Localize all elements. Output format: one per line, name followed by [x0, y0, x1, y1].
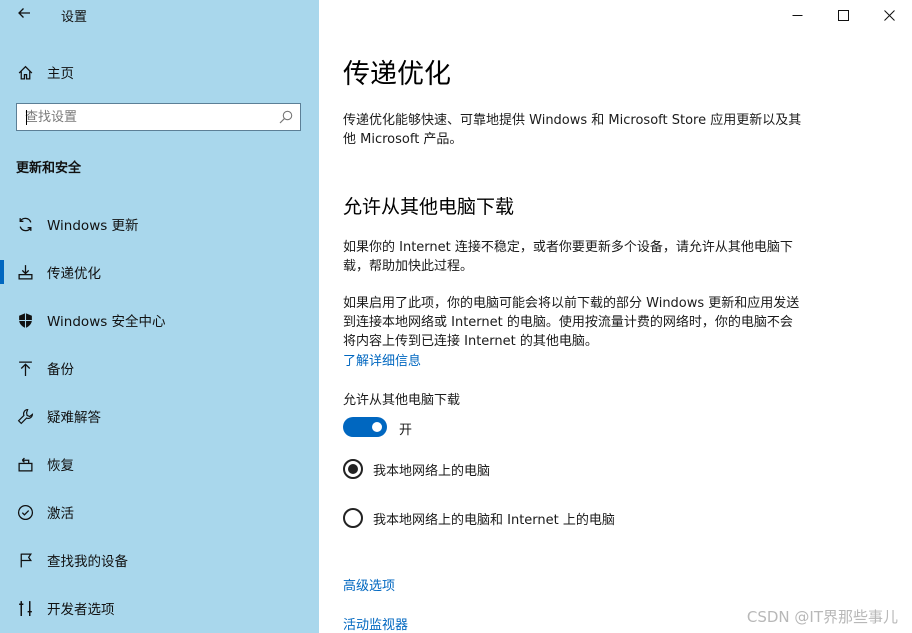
find-device-icon [16, 551, 34, 569]
learn-more-link[interactable]: 了解详细信息 [343, 350, 421, 369]
radio-button-checked[interactable] [343, 459, 363, 479]
minimize-icon [792, 14, 802, 16]
description-text-2: 如果启用了此项，你的电脑可能会将以前下载的部分 Windows 更新和应用发送到… [343, 296, 800, 349]
sidebar-item-developer-options[interactable]: 开发者选项 [0, 584, 319, 632]
home-label: 主页 [47, 66, 74, 82]
wrench-icon [16, 407, 34, 425]
delivery-optimization-icon [16, 263, 34, 281]
text-caret [26, 110, 27, 125]
sidebar-item-label: 查找我的设备 [47, 554, 128, 570]
page-title: 传递优化 [343, 59, 451, 90]
sidebar-item-delivery-optimization[interactable]: 传递优化 [0, 248, 319, 296]
minimize-button[interactable] [774, 0, 820, 30]
window-caption-buttons [774, 0, 912, 30]
back-button[interactable] [12, 4, 36, 26]
radio-local-and-internet[interactable]: 我本地网络上的电脑和 Internet 上的电脑 [343, 508, 615, 528]
home-icon [16, 63, 34, 81]
sidebar-item-find-my-device[interactable]: 查找我的设备 [0, 536, 319, 584]
maximize-button[interactable] [820, 0, 866, 30]
sidebar-item-label: 开发者选项 [47, 602, 115, 618]
watermark: CSDN @IT界那些事儿 [746, 608, 898, 626]
check-circle-icon [16, 503, 34, 521]
sidebar-item-label: 疑难解答 [47, 410, 101, 426]
radio-local-network[interactable]: 我本地网络上的电脑 [343, 459, 490, 479]
radio-label: 我本地网络上的电脑和 Internet 上的电脑 [373, 512, 615, 528]
home-nav-item[interactable]: 主页 [16, 60, 74, 84]
toggle-state-label: 开 [399, 423, 413, 438]
sidebar-item-backup[interactable]: 备份 [0, 344, 319, 392]
section-heading: 允许从其他电脑下载 [343, 196, 515, 218]
allow-downloads-toggle[interactable] [343, 417, 387, 437]
search-box[interactable] [16, 103, 301, 131]
radio-button-unchecked[interactable] [343, 508, 363, 528]
radio-label: 我本地网络上的电脑 [373, 463, 491, 479]
main-content: 传递优化 传递优化能够快速、可靠地提供 Windows 和 Microsoft … [319, 0, 912, 633]
sidebar-item-label: Windows 更新 [47, 218, 139, 234]
sidebar-item-activation[interactable]: 激活 [0, 488, 319, 536]
toggle-knob [372, 422, 382, 432]
backup-arrow-icon [16, 359, 34, 377]
sidebar-nav-list: Windows 更新 传递优化 Windows 安全中心 备份 疑难解答 恢复 … [0, 200, 319, 632]
developer-icon [16, 599, 34, 617]
sync-icon [16, 215, 34, 233]
close-icon [883, 9, 895, 21]
activity-monitor-link[interactable]: 活动监视器 [343, 614, 408, 633]
maximize-icon [837, 9, 849, 21]
section-title: 更新和安全 [16, 161, 82, 176]
sidebar-item-windows-update[interactable]: Windows 更新 [0, 200, 319, 248]
sidebar-item-windows-security[interactable]: Windows 安全中心 [0, 296, 319, 344]
sidebar-item-recovery[interactable]: 恢复 [0, 440, 319, 488]
description-text-1: 如果你的 Internet 连接不稳定，或者你要更新多个设备，请允许从其他电脑下… [343, 240, 793, 274]
recovery-icon [16, 455, 34, 473]
intro-text: 传递优化能够快速、可靠地提供 Windows 和 Microsoft Store… [343, 113, 802, 147]
search-input[interactable] [25, 104, 275, 130]
app-title: 设置 [61, 10, 88, 25]
back-arrow-icon [18, 8, 30, 18]
shield-icon [16, 311, 34, 329]
toggle-label: 允许从其他电脑下载 [343, 393, 461, 408]
sidebar-item-label: 备份 [47, 362, 74, 378]
sidebar-item-label: 传递优化 [47, 266, 101, 282]
settings-window: 设置 主页 更新和安全 Windows 更新 [0, 0, 912, 633]
advanced-options-link[interactable]: 高级选项 [343, 575, 395, 594]
close-button[interactable] [866, 0, 912, 30]
sidebar: 设置 主页 更新和安全 Windows 更新 [0, 0, 319, 633]
sidebar-item-label: 激活 [47, 506, 74, 522]
sidebar-item-label: 恢复 [47, 458, 74, 474]
sidebar-item-label: Windows 安全中心 [47, 314, 166, 330]
sidebar-item-troubleshoot[interactable]: 疑难解答 [0, 392, 319, 440]
search-icon[interactable] [278, 109, 294, 125]
